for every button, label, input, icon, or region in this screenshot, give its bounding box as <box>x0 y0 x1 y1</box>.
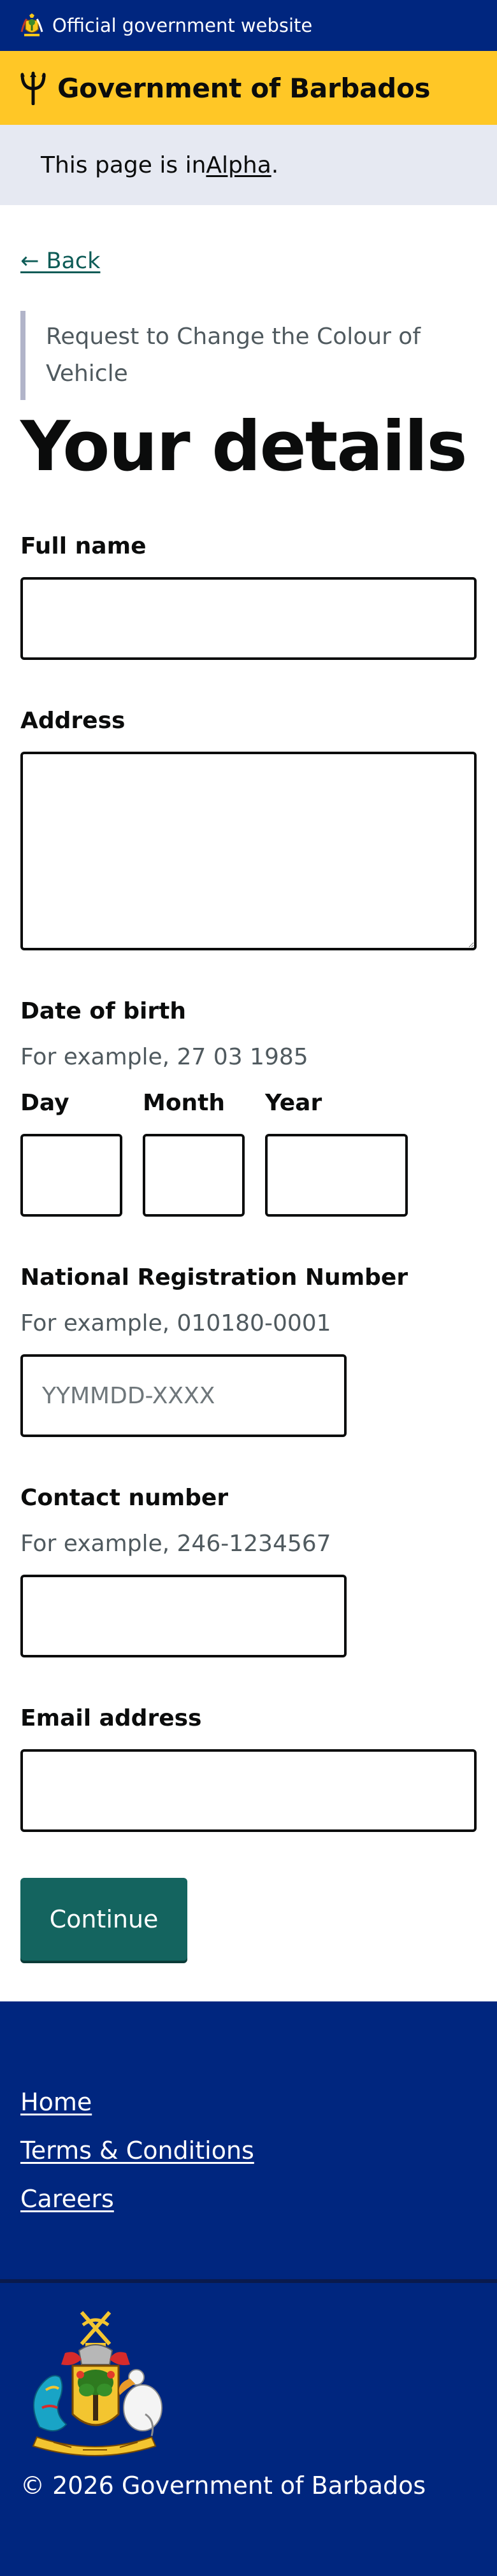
footer-link-careers[interactable]: Careers <box>20 2184 477 2214</box>
continue-button[interactable]: Continue <box>20 1878 187 1961</box>
footer-link-home[interactable]: Home <box>20 2087 477 2117</box>
date-of-birth-group: Date of birth For example, 27 03 1985 Da… <box>20 996 477 1217</box>
site-brand[interactable]: Government of Barbados <box>57 73 431 104</box>
site-footer: Home Terms & Conditions Careers © 2026 G… <box>0 2001 497 2576</box>
main-content: ← Back Request to Change the Colour of V… <box>0 205 497 1961</box>
full-name-input[interactable] <box>20 577 477 660</box>
date-inputs: Day Month Year <box>20 1088 477 1217</box>
month-part: Month <box>143 1088 245 1217</box>
nrn-hint: For example, 010180-0001 <box>20 1310 331 1336</box>
form-caption: Request to Change the Colour of Vehicle <box>20 311 454 400</box>
coat-of-arms-icon <box>20 13 43 36</box>
contact-group: Contact number For example, 246-1234567 <box>20 1483 477 1657</box>
day-part: Day <box>20 1088 122 1217</box>
full-name-group: Full name <box>20 531 477 660</box>
contact-label: Contact number <box>20 1485 229 1511</box>
footer-bottom: © 2026 Government of Barbados <box>0 2283 497 2576</box>
footer-nav: Home Terms & Conditions Careers <box>0 2001 497 2283</box>
nrn-label: National Registration Number <box>20 1264 408 1291</box>
full-name-label: Full name <box>20 533 147 559</box>
month-label: Month <box>143 1090 226 1116</box>
official-banner: Official government website <box>0 0 497 51</box>
day-input[interactable] <box>20 1134 122 1217</box>
phase-banner: This page is in Alpha. <box>0 125 497 205</box>
phase-banner-prefix: This page is in <box>41 152 206 178</box>
year-label: Year <box>265 1090 322 1116</box>
phase-tag-link[interactable]: Alpha <box>206 152 271 178</box>
address-label: Address <box>20 708 126 734</box>
email-input[interactable] <box>20 1749 477 1832</box>
email-label: Email address <box>20 1705 202 1731</box>
copyright-text: © 2026 Government of Barbados <box>20 2472 426 2500</box>
back-link[interactable]: ← Back <box>20 248 100 274</box>
nrn-input[interactable] <box>20 1354 347 1437</box>
address-group: Address <box>20 706 477 950</box>
year-part: Year <box>265 1088 408 1217</box>
official-banner-text: Official government website <box>52 15 313 36</box>
day-label: Day <box>20 1090 69 1116</box>
month-input[interactable] <box>143 1134 245 1217</box>
trident-icon[interactable] <box>20 71 46 105</box>
phase-banner-suffix: . <box>271 152 279 178</box>
address-textarea[interactable] <box>20 752 477 950</box>
footer-link-terms[interactable]: Terms & Conditions <box>20 2135 477 2166</box>
date-of-birth-label: Date of birth <box>20 998 186 1024</box>
email-group: Email address <box>20 1703 477 1832</box>
year-input[interactable] <box>265 1134 408 1217</box>
site-header: Government of Barbados <box>0 51 497 125</box>
contact-hint: For example, 246-1234567 <box>20 1531 331 1557</box>
date-of-birth-hint: For example, 27 03 1985 <box>20 1044 308 1070</box>
coat-of-arms-icon <box>32 2311 162 2456</box>
nrn-group: National Registration Number For example… <box>20 1263 477 1437</box>
page-title: Your details <box>20 407 468 487</box>
contact-input[interactable] <box>20 1575 347 1657</box>
